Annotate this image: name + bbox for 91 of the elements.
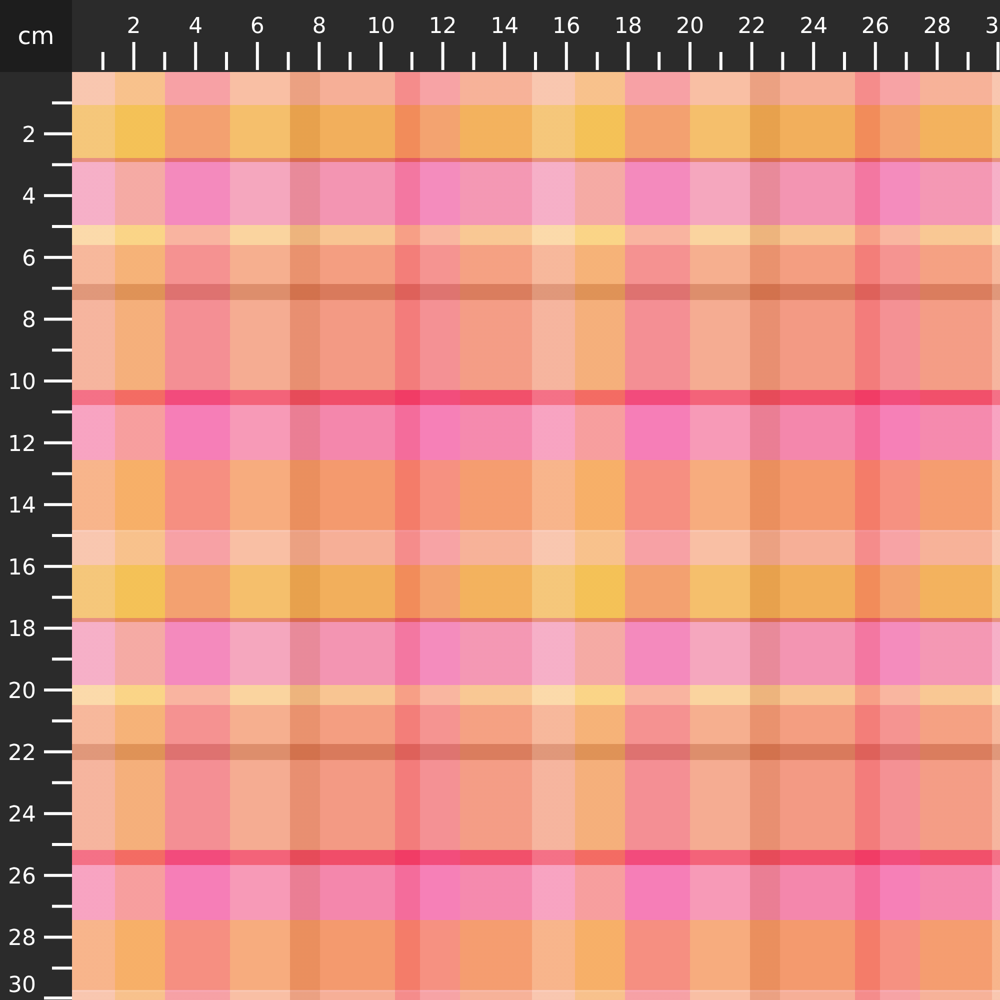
ruler-tick bbox=[843, 52, 846, 70]
ruler-tick bbox=[318, 42, 321, 70]
ruler-tick bbox=[256, 42, 259, 70]
ruler-tick bbox=[52, 225, 72, 228]
ruler-tick bbox=[44, 936, 72, 939]
ruler-label: 18 bbox=[8, 617, 36, 642]
ruler-label: 28 bbox=[8, 926, 36, 952]
ruler-tick bbox=[44, 503, 72, 506]
ruler-tick bbox=[194, 42, 198, 70]
ruler-label: 24 bbox=[800, 14, 828, 39]
ruler-tick bbox=[44, 688, 72, 692]
ruler-label: 28 bbox=[923, 14, 952, 39]
ruler-tick bbox=[52, 966, 72, 970]
ruler-tick bbox=[658, 52, 661, 70]
ruler-label: 18 bbox=[614, 14, 642, 39]
ruler-tick bbox=[52, 163, 72, 166]
ruler-label: 20 bbox=[8, 679, 36, 704]
ruler-tick bbox=[52, 472, 72, 476]
ruler-tick bbox=[52, 348, 72, 352]
ruler-label: 10 bbox=[367, 14, 395, 39]
ruler-tick bbox=[936, 42, 939, 70]
ruler-tick bbox=[52, 719, 72, 722]
ruler-tick bbox=[44, 318, 72, 321]
ruler-label: 2 bbox=[126, 14, 141, 39]
ruler-label: 6 bbox=[22, 246, 36, 272]
ruler-tick bbox=[52, 596, 72, 599]
ruler-tick bbox=[503, 42, 506, 70]
ruler-tick bbox=[163, 52, 166, 70]
ruler-tick bbox=[781, 52, 784, 70]
ruler-tick bbox=[44, 256, 72, 259]
ruler-tick bbox=[44, 441, 72, 444]
ruler-tick bbox=[44, 626, 72, 630]
ruler-tick bbox=[44, 194, 72, 198]
ruler-label: 12 bbox=[428, 14, 457, 39]
ruler-tick bbox=[44, 132, 72, 136]
ruler-label: 22 bbox=[8, 740, 36, 766]
ruler-tick bbox=[225, 52, 228, 70]
ruler-tick bbox=[996, 42, 1000, 70]
ruler-tick bbox=[44, 874, 72, 877]
ruler-label: 4 bbox=[22, 184, 36, 210]
ruler-label: 16 bbox=[8, 555, 36, 580]
ruler-tick bbox=[52, 843, 72, 846]
ruler-tick bbox=[380, 42, 382, 70]
ruler-label: 12 bbox=[8, 432, 36, 457]
ruler-tick bbox=[564, 42, 568, 70]
ruler-tick bbox=[410, 52, 414, 70]
ruler-label: 16 bbox=[552, 14, 580, 39]
ruler-tick bbox=[750, 42, 754, 70]
ruler-tick bbox=[626, 42, 630, 70]
ruler-label: 8 bbox=[312, 14, 326, 39]
ruler-label: 22 bbox=[738, 14, 766, 39]
ruler-label: 3 bbox=[985, 14, 999, 39]
ruler-tick bbox=[534, 52, 537, 70]
ruler-tick bbox=[966, 52, 970, 70]
ruler-label: 4 bbox=[188, 14, 203, 39]
ruler-tick bbox=[52, 286, 72, 290]
ruler-label: 14 bbox=[490, 14, 519, 39]
ruler-label: 2 bbox=[22, 122, 36, 148]
ruler-label: 26 bbox=[861, 14, 890, 39]
ruler-tick bbox=[44, 380, 72, 382]
ruler-tick bbox=[441, 42, 444, 70]
unit-label: cm bbox=[18, 21, 54, 52]
ruler-tick bbox=[874, 42, 877, 70]
ruler-tick bbox=[52, 904, 72, 908]
ruler-tick bbox=[688, 42, 692, 70]
ruler-label: 30 bbox=[8, 973, 36, 998]
ruler-tick bbox=[52, 101, 72, 104]
ruler-tick bbox=[44, 564, 72, 568]
ruler-tick bbox=[52, 534, 72, 537]
ruler-tick bbox=[44, 996, 72, 1000]
ruler-label: 8 bbox=[22, 308, 36, 334]
ruler-tick bbox=[101, 52, 104, 70]
ruler-label: 24 bbox=[8, 802, 36, 828]
ruler-tick bbox=[52, 781, 72, 784]
ruler-label: 6 bbox=[250, 14, 264, 39]
ruler-label: 20 bbox=[676, 14, 704, 39]
ruler-label: 10 bbox=[8, 370, 36, 395]
ruler-tick bbox=[719, 52, 722, 70]
ruler-tick bbox=[596, 52, 599, 70]
ruler-tick bbox=[44, 750, 72, 754]
ruler-tick bbox=[132, 42, 136, 70]
ruler-tick bbox=[348, 52, 352, 70]
ruler-tick bbox=[472, 52, 476, 70]
ruler-label: 14 bbox=[8, 494, 36, 519]
ruler-tick bbox=[44, 812, 72, 816]
ruler-tick bbox=[52, 410, 72, 414]
ruler-tick bbox=[904, 52, 908, 70]
ruler-tick bbox=[52, 658, 72, 661]
ruler-label: 26 bbox=[8, 864, 36, 890]
ruler-tick bbox=[286, 52, 290, 70]
ruler-tick bbox=[812, 42, 816, 70]
